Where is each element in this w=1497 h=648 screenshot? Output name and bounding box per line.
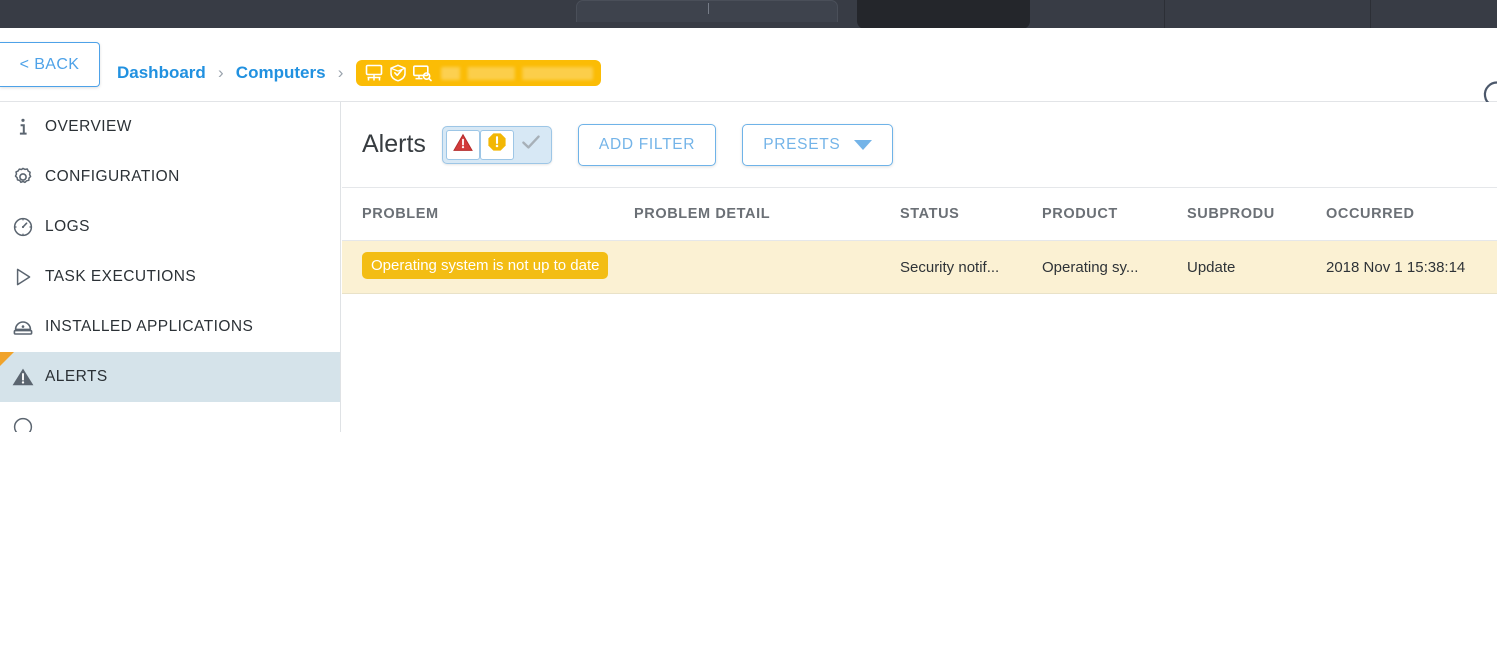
shield-check-icon	[389, 64, 407, 82]
play-icon	[6, 266, 40, 288]
table-row[interactable]: Operating system is not up to date Secur…	[342, 241, 1497, 294]
sidebar: OVERVIEW CONFIGURATION LOGS TASK EXECUTI…	[0, 102, 341, 432]
alerts-panel: Alerts ADD FILTER PRESETS PROBLEM PROBLE…	[342, 102, 1497, 432]
sidebar-item-label: LOGS	[45, 218, 90, 235]
column-header-status[interactable]: STATUS	[900, 206, 1042, 222]
sidebar-item-label: OVERVIEW	[45, 118, 132, 135]
sidebar-item-label: CONFIGURATION	[45, 168, 180, 185]
presets-label: PRESETS	[763, 135, 841, 153]
omnibox-caret	[708, 3, 709, 14]
column-header-problem-detail[interactable]: PROBLEM DETAIL	[634, 206, 900, 222]
sidebar-item-configuration[interactable]: CONFIGURATION	[0, 152, 340, 202]
network-computer-icon	[364, 64, 384, 82]
gear-icon	[6, 166, 40, 188]
filter-toggle-warning[interactable]	[479, 129, 514, 160]
breadcrumb: Dashboard › Computers ›	[117, 56, 601, 90]
browser-omnibox[interactable]	[576, 0, 838, 22]
chevron-right-icon: ›	[337, 63, 344, 82]
back-button[interactable]: < BACK	[0, 42, 100, 87]
monitor-search-icon	[412, 64, 432, 82]
back-button-label: < BACK	[19, 55, 80, 73]
chevron-right-icon: ›	[217, 63, 224, 82]
presets-button[interactable]: PRESETS	[742, 123, 894, 166]
browser-tab-active[interactable]	[857, 0, 1030, 29]
chrome-divider-2	[1370, 0, 1371, 28]
cell-status: Security notif...	[900, 258, 1000, 276]
cell-occurred: 2018 Nov 1 15:38:14	[1326, 258, 1466, 276]
exclamation-octagon-yellow-icon	[487, 132, 507, 157]
sidebar-item-installed-applications[interactable]: INSTALLED APPLICATIONS	[0, 302, 340, 352]
add-filter-label: ADD FILTER	[598, 135, 696, 153]
breadcrumb-item-current-computer[interactable]	[355, 60, 601, 86]
sidebar-item-logs[interactable]: LOGS	[0, 202, 340, 252]
column-header-product[interactable]: PRODUCT	[1042, 206, 1187, 222]
sidebar-item-overview[interactable]: OVERVIEW	[0, 102, 340, 152]
alerts-toolbar: Alerts ADD FILTER PRESETS	[342, 102, 1497, 188]
breadcrumb-item-computers[interactable]: Computers	[236, 63, 326, 83]
filter-toggle-critical[interactable]	[445, 129, 480, 160]
cell-problem: Operating system is not up to date	[342, 251, 634, 283]
cell-subproduct: Update	[1187, 258, 1236, 276]
severity-filter-group	[441, 125, 552, 164]
add-filter-button[interactable]: ADD FILTER	[577, 123, 717, 166]
column-header-problem[interactable]: PROBLEM	[342, 206, 634, 222]
browser-chrome-bar	[0, 0, 1497, 29]
table-header-row: PROBLEM PROBLEM DETAIL STATUS PRODUCT SU…	[342, 188, 1497, 241]
sidebar-item-label: INSTALLED APPLICATIONS	[45, 318, 254, 335]
column-header-occurred[interactable]: OCCURRED	[1326, 206, 1497, 222]
sidebar-item-label: ALERTS	[45, 368, 108, 385]
page-title: Alerts	[362, 130, 426, 158]
breadcrumb-item-dashboard[interactable]: Dashboard	[117, 63, 206, 83]
sidebar-item-label: TASK EXECUTIONS	[45, 268, 197, 285]
warning-triangle-red-icon	[453, 133, 473, 157]
sidebar-item-task-executions[interactable]: TASK EXECUTIONS	[0, 252, 340, 302]
chrome-left-area	[0, 0, 575, 28]
applications-icon	[6, 316, 40, 338]
gauge-icon	[6, 416, 40, 432]
warning-triangle-icon	[6, 366, 40, 388]
alerts-table: PROBLEM PROBLEM DETAIL STATUS PRODUCT SU…	[342, 188, 1497, 294]
sidebar-item-partial[interactable]	[0, 402, 340, 432]
computer-name-redacted	[440, 66, 593, 80]
problem-badge: Operating system is not up to date	[362, 251, 609, 279]
gauge-icon	[6, 216, 40, 238]
page-header: < BACK Dashboard › Computers ›	[0, 28, 1497, 108]
chrome-divider-1	[1164, 0, 1165, 28]
info-icon	[6, 116, 40, 138]
column-header-subproduct[interactable]: SUBPRODU	[1187, 206, 1326, 222]
sidebar-item-alerts[interactable]: ALERTS	[0, 352, 340, 402]
check-icon	[520, 132, 542, 157]
filter-toggle-ok[interactable]	[514, 130, 548, 160]
chevron-down-icon	[854, 139, 873, 150]
cell-product: Operating sy...	[1042, 258, 1139, 276]
